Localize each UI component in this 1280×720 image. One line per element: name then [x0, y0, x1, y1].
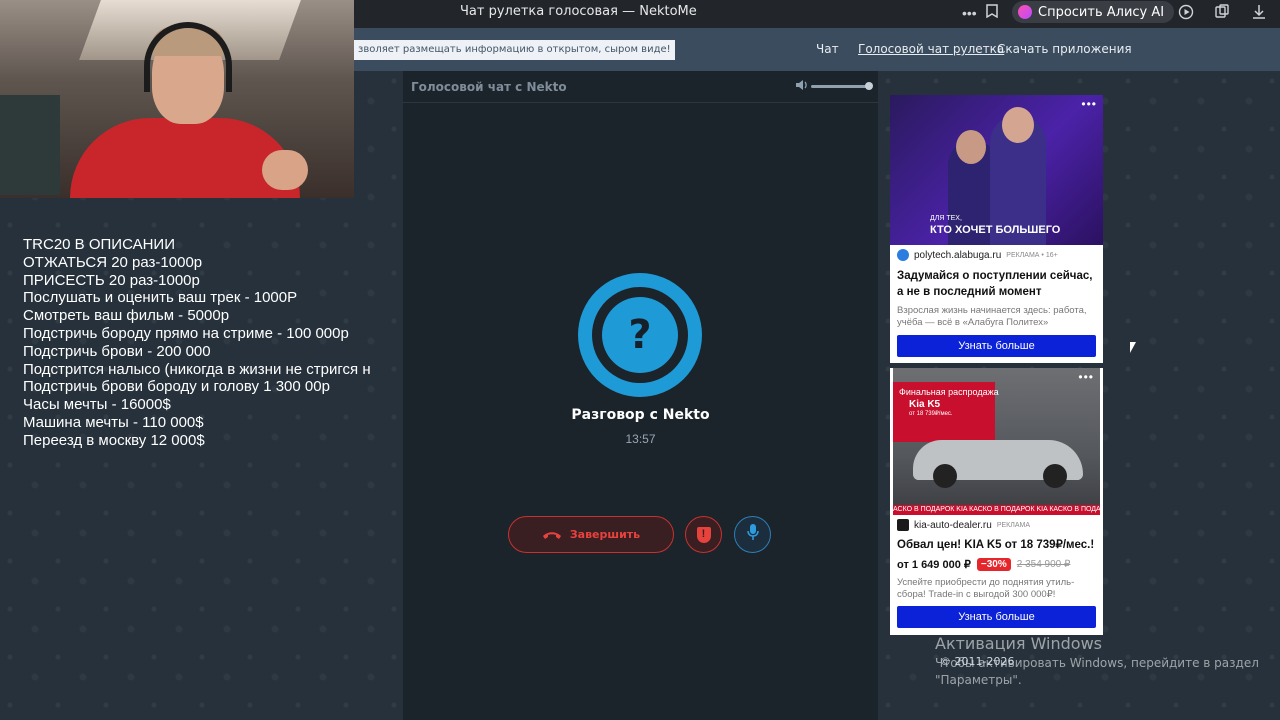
ad-image-caption-big: КТО ХОЧЕТ БОЛЬШЕГО: [930, 224, 1061, 236]
ad-label: РЕКЛАМА • 16+: [1006, 251, 1058, 259]
download-icon[interactable]: [1252, 4, 1266, 24]
chat-title: Голосовой чат с Nekto: [411, 80, 567, 94]
webcam-overlay: [0, 0, 354, 198]
ad-price: от 1 649 000 ₽: [897, 559, 971, 571]
mouse-cursor-icon: [1130, 342, 1136, 353]
price-list-line: ОТЖАТЬСЯ 20 раз-1000р: [23, 253, 203, 271]
alice-icon: [1018, 5, 1032, 19]
ad-banner-line3: от 18 739₽/мес.: [909, 411, 953, 417]
ad-price-row: от 1 649 000 ₽ −30% 2 354 900 ₽: [897, 558, 1070, 571]
volume-icon[interactable]: [795, 79, 809, 94]
ad-banner-line1: Финальная распродажа: [899, 387, 999, 397]
ad-polytech-image[interactable]: ДЛЯ ТЕХ, КТО ХОЧЕТ БОЛЬШЕГО •••: [890, 95, 1103, 245]
volume-slider[interactable]: [811, 85, 871, 88]
ad-heading[interactable]: Задумайся о поступлении сейчас, а не в п…: [897, 268, 1097, 300]
more-icon[interactable]: •••: [962, 4, 977, 22]
question-mark-icon: ?: [602, 297, 678, 373]
site-copyright: © 2011-2026: [940, 655, 1015, 668]
price-list-line: Послушать и оценить ваш трек - 1000Р: [23, 289, 298, 307]
price-list-line: Подстричь бороду прямо на стриме - 100 0…: [23, 324, 349, 342]
ad-learn-more-button[interactable]: Узнать больше: [897, 335, 1096, 357]
ad-discount-badge: −30%: [976, 558, 1011, 571]
ad-old-price: 2 354 900 ₽: [1016, 559, 1071, 570]
chat-header: Голосовой чат с Nekto: [403, 71, 878, 103]
ad-kia[interactable]: Финальная распродажа Kia K5 от 18 739₽/м…: [890, 368, 1103, 635]
ad-source: kia-auto-dealer.ru РЕКЛАМА: [897, 519, 1030, 531]
ad-image-face-1: [956, 130, 986, 164]
ad-heading[interactable]: Обвал цен! KIA K5 от 18 739₽/мес.!: [897, 537, 1097, 553]
site-notice: зволяет размещать информацию в открытом,…: [354, 40, 675, 60]
stream-price-list: TRC20 В ОПИСАНИИ ОТЖАТЬСЯ 20 раз-1000р П…: [23, 236, 375, 450]
ad-description: Успейте приобрести до поднятия утиль­сбо…: [897, 577, 1075, 600]
play-icon[interactable]: [1178, 4, 1194, 24]
ad-description: Взрослая жизнь начинается здесь: работа,…: [897, 305, 1087, 328]
polytech-logo-icon: [897, 249, 909, 261]
ad-source: polytech.alabuga.ru РЕКЛАМА • 16+: [897, 249, 1058, 261]
price-list-line: Подстричь брови - 200 000: [23, 342, 211, 360]
ad-polytech[interactable]: ДЛЯ ТЕХ, КТО ХОЧЕТ БОЛЬШЕГО ••• polytech…: [890, 95, 1103, 363]
conversation-title: Разговор с Nekto: [571, 407, 710, 423]
partner-avatar: ?: [578, 273, 702, 397]
avatar-inner-ring: ?: [592, 287, 688, 383]
windows-activation-title: Активация Windows: [935, 634, 1102, 653]
price-list-line: Подстрится налысо (никогда в жизни не ст…: [23, 360, 371, 378]
window-title: Чат рулетка голосовая — NektoMe: [460, 4, 697, 19]
nav-chat[interactable]: Чат: [816, 42, 839, 56]
report-button[interactable]: !: [685, 516, 722, 553]
end-call-button[interactable]: Завершить: [508, 516, 674, 553]
end-call-label: Завершить: [569, 528, 641, 541]
price-list-line: TRC20 В ОПИСАНИИ: [23, 236, 175, 253]
ask-alice-label: Спросить Алису AI: [1038, 4, 1165, 20]
price-list-line: Подстричь брови бороду и голову 1 300 00…: [23, 378, 330, 396]
ad-label: РЕКЛАМА: [996, 521, 1031, 529]
kia-logo-icon: [897, 519, 909, 531]
ask-alice-button[interactable]: Спросить Алису AI: [1012, 1, 1175, 23]
site-header: зволяет размещать информацию в открытом,…: [354, 28, 1280, 71]
ad-banner-line2: Kia K5: [909, 399, 941, 410]
webcam-person-hand: [262, 150, 308, 190]
ad-learn-more-button[interactable]: Узнать больше: [897, 606, 1096, 628]
voice-chat-panel: Голосовой чат с Nekto ? Разговор с Nekto…: [403, 71, 878, 720]
ad-image-caption-small: ДЛЯ ТЕХ,: [930, 215, 962, 222]
ad-source-domain: polytech.alabuga.ru: [914, 249, 1002, 261]
ad-menu-icon[interactable]: •••: [1081, 97, 1097, 111]
bookmark-icon[interactable]: [986, 4, 998, 22]
ad-image-face-2: [1002, 107, 1034, 143]
microphone-button[interactable]: [734, 516, 771, 553]
ad-strip: АСКО В ПОДАРОК KIA КАСКО В ПОДАРОК KIA К…: [893, 505, 1100, 515]
volume-slider-handle[interactable]: [865, 82, 873, 90]
price-list-line: ПРИСЕСТЬ 20 раз-1000р: [23, 271, 200, 289]
collections-icon[interactable]: [1214, 4, 1230, 24]
price-list-line: Переезд в москву 12 000$: [23, 431, 205, 449]
ad-source-domain: kia-auto-dealer.ru: [914, 519, 992, 531]
ad-menu-icon[interactable]: •••: [1078, 370, 1094, 384]
price-list-line: Часы мечты - 16000$: [23, 396, 171, 414]
car-wheel-front: [933, 464, 957, 488]
price-list-line: Машина мечты - 110 000$: [23, 413, 204, 431]
webcam-shelf: [0, 95, 60, 195]
call-timer: 13:57: [625, 432, 656, 446]
ad-kia-image[interactable]: Финальная распродажа Kia K5 от 18 739₽/м…: [893, 368, 1100, 515]
nav-download-apps[interactable]: Скачать приложения: [997, 42, 1132, 56]
shield-icon: !: [696, 526, 711, 543]
price-list-line: Смотреть ваш фильм - 5000р: [23, 307, 230, 325]
microphone-icon: [746, 523, 759, 546]
nav-voice-chat[interactable]: Голосовой чат рулетка: [858, 42, 1004, 56]
hang-up-icon: [542, 526, 562, 544]
car-wheel-rear: [1043, 464, 1067, 488]
